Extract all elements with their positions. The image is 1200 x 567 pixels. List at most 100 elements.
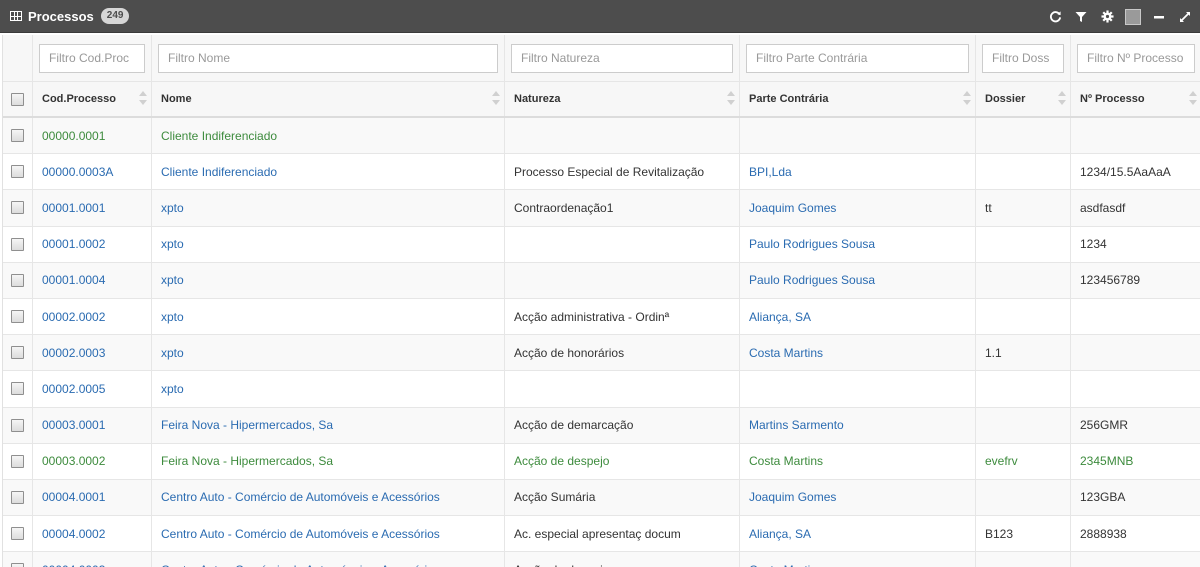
cell-parte-value[interactable]: Joaquim Gomes <box>749 201 836 215</box>
row-select-cell <box>3 371 33 407</box>
row-checkbox[interactable] <box>11 527 24 541</box>
cell-nome-value[interactable]: Centro Auto - Comércio de Automóveis e A… <box>161 527 440 541</box>
filter-dossier[interactable] <box>982 43 1064 73</box>
cell-parte-value[interactable]: Paulo Rodrigues Sousa <box>749 273 875 287</box>
table-row[interactable]: 00001.0001 xpto Contraordenação1 Joaquim Go… <box>3 190 1200 227</box>
cell-nome-value[interactable]: Feira Nova - Hipermercados, Sa <box>161 418 333 432</box>
row-checkbox[interactable] <box>11 201 24 215</box>
cell-nome-value[interactable]: xpto <box>161 346 184 360</box>
column-header-dossier[interactable]: Dossier <box>976 82 1071 116</box>
cell-dossier-value: tt <box>985 200 992 215</box>
sort-icon[interactable] <box>963 91 971 105</box>
cell-cod-value[interactable]: 00003.0002 <box>42 454 105 468</box>
filter-icon[interactable] <box>1070 6 1092 28</box>
cell-nome-value[interactable]: xpto <box>161 382 184 396</box>
cell-num-value[interactable]: 2345MNB <box>1080 454 1133 468</box>
table-row[interactable]: 00000.0003A Cliente Indiferenciado Process… <box>3 154 1200 191</box>
filter-spacer <box>3 35 33 81</box>
column-header-parte[interactable]: Parte Contrária <box>740 82 976 116</box>
cell-parte-value[interactable]: Joaquim Gomes <box>749 490 836 504</box>
cell-nome-value[interactable]: Centro Auto - Comércio de Automóveis e A… <box>161 563 440 567</box>
cell-parte-value[interactable]: Paulo Rodrigues Sousa <box>749 237 875 251</box>
row-checkbox[interactable] <box>11 382 24 396</box>
cell-num: asdfasdf <box>1071 190 1200 225</box>
row-checkbox[interactable] <box>11 273 24 287</box>
sort-icon[interactable] <box>1189 91 1197 105</box>
cell-parte-value[interactable]: BPI,Lda <box>749 165 792 179</box>
cell-cod-value[interactable]: 00001.0002 <box>42 237 105 251</box>
cell-nome-value[interactable]: Cliente Indiferenciado <box>161 165 277 179</box>
gear-icon[interactable] <box>1096 6 1118 28</box>
table-row[interactable]: 00004.0003 Centro Auto - Comércio de Auto… <box>3 552 1200 567</box>
refresh-icon[interactable] <box>1044 6 1066 28</box>
table-row[interactable]: 00002.0002 xpto Acção administrativa - Ord… <box>3 298 1200 336</box>
row-checkbox[interactable] <box>11 454 24 468</box>
cell-num <box>1071 552 1200 567</box>
cell-cod-value[interactable]: 00002.0005 <box>42 382 105 396</box>
row-checkbox[interactable] <box>11 165 24 179</box>
filter-parte-contraria[interactable] <box>746 43 969 73</box>
cell-nome-value[interactable]: xpto <box>161 310 184 324</box>
table-row[interactable]: 00001.0004 xpto Paulo Rodrigues Sousa 12345… <box>3 262 1200 299</box>
cell-cod-value[interactable]: 00000.0001 <box>42 129 105 143</box>
cell-parte: Paulo Rodrigues Sousa <box>740 262 976 298</box>
cell-cod-value[interactable]: 00004.0001 <box>42 490 105 504</box>
table-row[interactable]: 00003.0002 Feira Nova - Hipermercados, Sa… <box>3 443 1200 480</box>
table-row[interactable]: 00000.0001 Cliente Indiferenciado <box>3 118 1200 155</box>
filter-nome[interactable] <box>158 43 498 73</box>
sort-icon[interactable] <box>727 91 735 105</box>
square-icon[interactable] <box>1122 6 1144 28</box>
cell-parte-value[interactable]: Aliança, SA <box>749 310 811 324</box>
cell-cod-value[interactable]: 00004.0003 <box>42 563 105 567</box>
row-checkbox[interactable] <box>11 490 24 504</box>
sort-icon[interactable] <box>139 91 147 105</box>
row-select-cell <box>3 443 33 479</box>
table-row[interactable]: 00003.0001 Feira Nova - Hipermercados, Sa… <box>3 407 1200 444</box>
table-row[interactable]: 00001.0002 xpto Paulo Rodrigues Sousa 1234 <box>3 226 1200 263</box>
row-checkbox[interactable] <box>11 418 24 432</box>
cell-natureza-value: Acção de despejo <box>514 563 609 567</box>
cell-parte-value[interactable]: Aliança, SA <box>749 527 811 541</box>
sort-icon[interactable] <box>1058 91 1066 105</box>
cell-parte-value[interactable]: Martins Sarmento <box>749 418 844 432</box>
sort-icon[interactable] <box>492 91 500 105</box>
cell-cod-value[interactable]: 00000.0003A <box>42 165 113 179</box>
cell-nome-value[interactable]: xpto <box>161 237 184 251</box>
cell-parte-value[interactable]: Costa Martins <box>749 454 823 468</box>
filter-num-processo[interactable] <box>1077 43 1195 73</box>
table-row[interactable]: 00004.0002 Centro Auto - Comércio de Auto… <box>3 516 1200 553</box>
select-all-checkbox[interactable] <box>11 92 24 106</box>
column-header-natureza[interactable]: Natureza <box>505 82 740 116</box>
row-checkbox[interactable] <box>11 346 24 360</box>
row-checkbox[interactable] <box>11 129 24 143</box>
minimize-icon[interactable] <box>1148 6 1170 28</box>
filter-cod-processo[interactable] <box>39 43 145 73</box>
row-checkbox[interactable] <box>11 237 24 251</box>
cell-cod-value[interactable]: 00004.0002 <box>42 527 105 541</box>
column-header-nome[interactable]: Nome <box>152 82 505 116</box>
cell-nome-value[interactable]: Cliente Indiferenciado <box>161 129 277 143</box>
cell-cod-value[interactable]: 00003.0001 <box>42 418 105 432</box>
row-checkbox[interactable] <box>11 310 24 324</box>
cell-nome-value[interactable]: xpto <box>161 201 184 215</box>
table-row[interactable]: 00002.0005 xpto <box>3 371 1200 408</box>
column-header-cod[interactable]: Cod.Processo <box>33 82 152 116</box>
cell-cod-value[interactable]: 00002.0003 <box>42 346 105 360</box>
cell-nome-value[interactable]: xpto <box>161 273 184 287</box>
table-row[interactable]: 00002.0003 xpto Acção de honorários Costa M… <box>3 335 1200 372</box>
cell-cod-value[interactable]: 00001.0001 <box>42 201 105 215</box>
expand-icon[interactable] <box>1174 6 1196 28</box>
filter-natureza[interactable] <box>511 43 733 73</box>
cell-parte-value[interactable]: Costa Martins <box>749 346 823 360</box>
cell-natureza: Contraordenação1 <box>505 190 740 226</box>
cell-parte-value[interactable]: Costa Martins <box>749 563 823 567</box>
cell-natureza-value[interactable]: Acção de despejo <box>514 454 609 468</box>
cell-dossier-value[interactable]: evefrv <box>985 454 1018 468</box>
cell-nome-value[interactable]: Centro Auto - Comércio de Automóveis e A… <box>161 490 440 504</box>
cell-cod-value[interactable]: 00002.0002 <box>42 310 105 324</box>
cell-nome-value[interactable]: Feira Nova - Hipermercados, Sa <box>161 454 333 468</box>
cell-cod-value[interactable]: 00001.0004 <box>42 273 105 287</box>
table-row[interactable]: 00004.0001 Centro Auto - Comércio de Auto… <box>3 479 1200 517</box>
row-checkbox[interactable] <box>11 563 24 567</box>
column-header-num[interactable]: Nº Processo <box>1071 82 1200 116</box>
